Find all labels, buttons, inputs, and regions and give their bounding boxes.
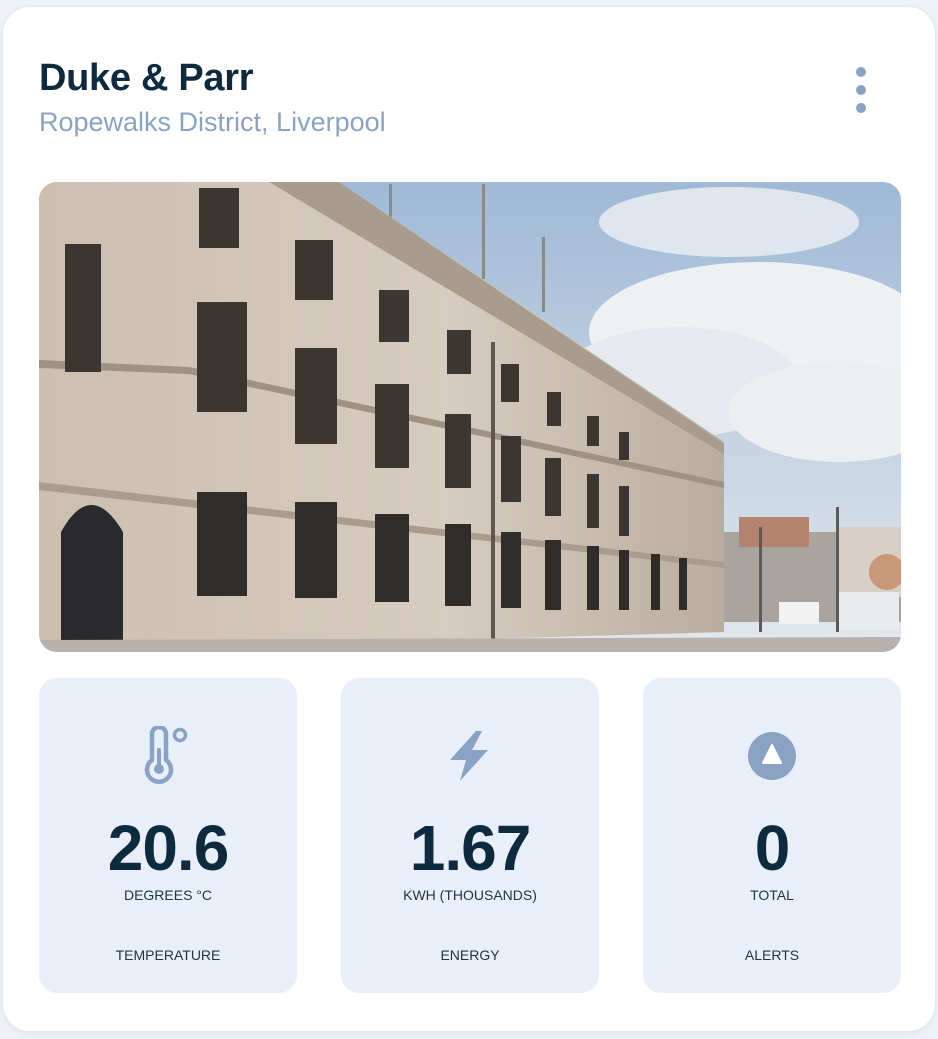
property-title: Duke & Parr [39,57,254,99]
alert-triangle-icon [643,726,901,786]
metric-tile-alerts[interactable]: 0 TOTAL ALERTS [643,678,901,993]
metric-tile-energy[interactable]: 1.67 KWH (THOUSANDS) ENERGY [341,678,599,993]
alerts-label: ALERTS [744,947,800,963]
more-options-icon-dot [856,85,866,95]
temperature-label: TEMPERATURE [115,947,221,963]
thermometer-icon [39,726,297,786]
energy-unit: KWH (THOUSANDS) [403,887,537,903]
alerts-unit: TOTAL [750,887,794,903]
more-options-icon-dot [856,103,866,113]
more-options-button[interactable] [841,57,881,123]
temperature-value: 20.6 [107,812,230,884]
property-location: Ropewalks District, Liverpool [39,107,386,137]
alerts-value: 0 [754,812,791,884]
building-photo [39,182,901,652]
energy-value: 1.67 [409,812,532,884]
metric-tile-temperature[interactable]: 20.6 DEGREES °C TEMPERATURE [39,678,297,993]
lightning-bolt-icon [341,726,599,786]
more-options-icon [856,67,866,77]
energy-label: ENERGY [440,947,500,963]
temperature-unit: DEGREES °C [123,887,213,903]
property-card: Duke & Parr Ropewalks District, Liverpoo… [2,6,936,1032]
